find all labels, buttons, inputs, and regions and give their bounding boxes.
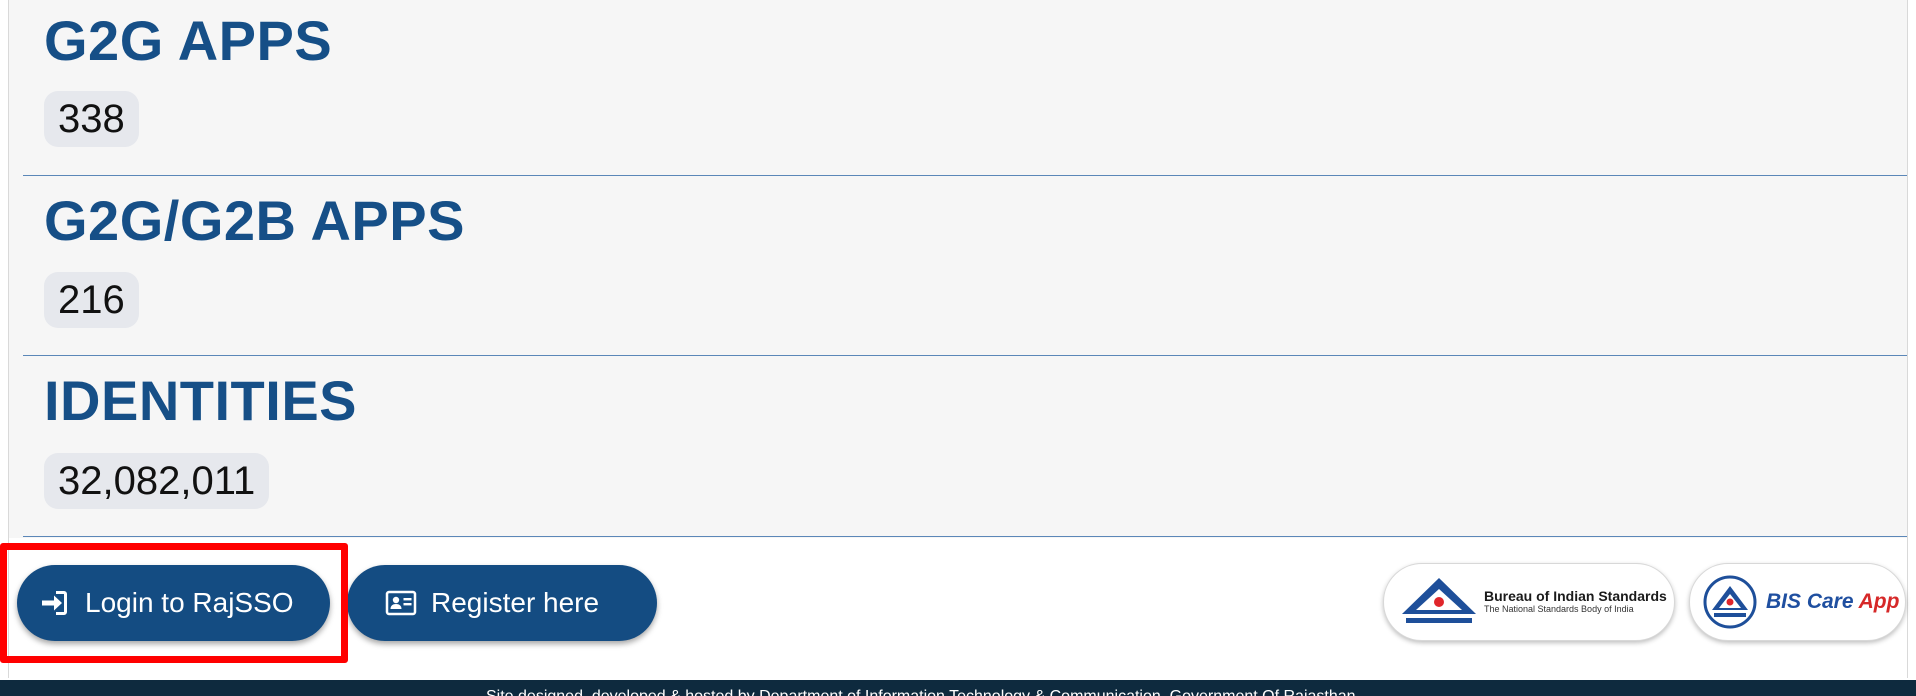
stat-value-badge: 338 [44, 91, 139, 147]
stat-title: G2G/G2B APPS [44, 189, 465, 252]
bis-tagline: The National Standards Body of India [1484, 604, 1634, 615]
bis-care-app-link[interactable]: BIS Care App [1689, 563, 1906, 641]
sign-in-icon [39, 587, 71, 619]
bis-care-word: BIS Care [1766, 590, 1854, 613]
stat-identities: IDENTITIES 32,082,011 [23, 356, 1907, 537]
login-button[interactable]: Login to RajSSO [17, 565, 330, 641]
bis-care-app-word: App [1858, 590, 1900, 613]
bis-care-emblem-icon [1702, 574, 1758, 630]
register-button-label: Register here [431, 587, 600, 618]
stat-g2g-g2b-apps: G2G/G2B APPS 216 [23, 176, 1907, 356]
bis-emblem-icon [1398, 574, 1480, 630]
stat-value-badge: 32,082,011 [44, 453, 270, 509]
bis-care-text: BIS Care App [1766, 590, 1899, 614]
site-footer: Site designed, developed & hosted by Dep… [0, 680, 1916, 696]
bis-name: Bureau of Indian Standards [1484, 587, 1667, 604]
id-card-icon [385, 587, 417, 619]
stat-value-badge: 216 [44, 272, 139, 328]
register-button[interactable]: Register here [347, 565, 657, 641]
stat-title: G2G APPS [44, 9, 333, 72]
stat-title: IDENTITIES [44, 369, 358, 432]
login-button-label: Login to RajSSO [85, 587, 294, 618]
footer-credit: Site designed, developed & hosted by Dep… [486, 688, 1356, 696]
stat-g2g-apps: G2G APPS 338 [23, 0, 1907, 176]
bis-logo-link[interactable]: Bureau of Indian Standards The National … [1383, 563, 1675, 641]
bis-text: Bureau of Indian Standards The National … [1484, 587, 1667, 615]
stats-panel: G2G APPS 338 G2G/G2B APPS 216 IDENTITIES… [8, 0, 1908, 538]
